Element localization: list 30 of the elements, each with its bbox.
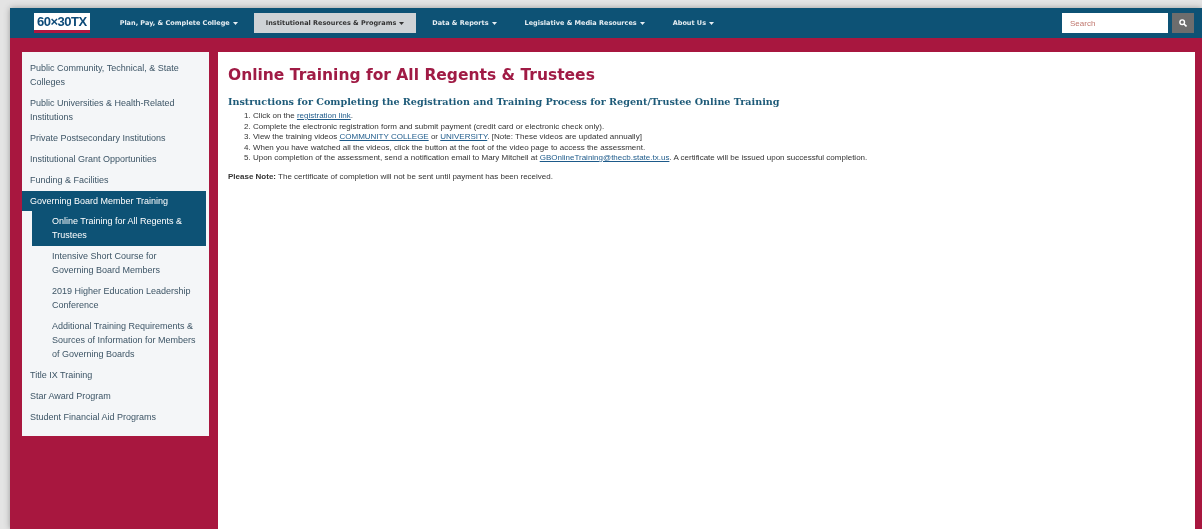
note-text: Please Note: The certificate of completion will not be sent until payment has been received.: [228, 171, 554, 182]
section-heading: Instructions for Completing the Registration and Training Process for Regent/Trustee Online Training: [228, 96, 781, 107]
caret-icon: [232, 21, 238, 25]
search-button[interactable]: [1172, 13, 1194, 33]
site-logo[interactable]: 60×30TX: [34, 13, 90, 33]
sidebar-item[interactable]: Star Award Program: [22, 386, 206, 407]
search-icon: [1179, 19, 1187, 27]
caret-icon: [639, 21, 645, 25]
sidebar-item[interactable]: Private Postsecondary Institutions: [22, 128, 206, 149]
sidebar-item[interactable]: Public Community, Technical, & State Colleges: [22, 58, 206, 93]
link[interactable]: UNIVERSITY: [440, 132, 488, 141]
link[interactable]: COMMUNITY COLLEGE: [339, 132, 429, 141]
sidebar-item[interactable]: Institutional Grant Opportunities: [22, 149, 206, 170]
instruction-step: 4. When you have watched all the videos, click the button at the foot of the video page to access the assessment.: [244, 142, 1185, 153]
caret-icon: [709, 21, 714, 25]
caret-icon: [399, 21, 405, 25]
sidebar-subitem[interactable]: Online Training for All Regents & Trustees: [32, 211, 206, 246]
instruction-step: 3. View the training videos COMMUNITY COLLEGE or UNIVERSITY. [Note: These videos are updated annually]: [244, 132, 1185, 143]
sidebar-item[interactable]: Title IX Training: [22, 365, 206, 386]
link[interactable]: registration link: [296, 111, 351, 120]
sidebar-item[interactable]: Student Financial Aid Programs: [22, 407, 206, 428]
instruction-step: 5. Upon completion of the assessment, send a notification email to Mary Mitchell at GBOnlineTraining@thecb.state.tx.us. A certificate will be issued upon successful completion.: [244, 153, 1185, 164]
sidebar-item[interactable]: Funding & Facilities: [22, 170, 206, 191]
instruction-step: 2. Complete the electronic registration form and submit payment (credit card or electronic check only).: [244, 121, 1185, 132]
instruction-step: 1. Click on the registration link.: [244, 111, 1185, 122]
page-title: Online Training for All Regents & Trustees: [228, 66, 596, 84]
caret-icon: [491, 21, 497, 25]
sidebar-item[interactable]: Public Universities & Health-Related Institutions: [22, 93, 206, 128]
sidebar-item[interactable]: Governing Board Member Training: [22, 191, 206, 212]
search-field[interactable]: Search: [1062, 13, 1168, 33]
